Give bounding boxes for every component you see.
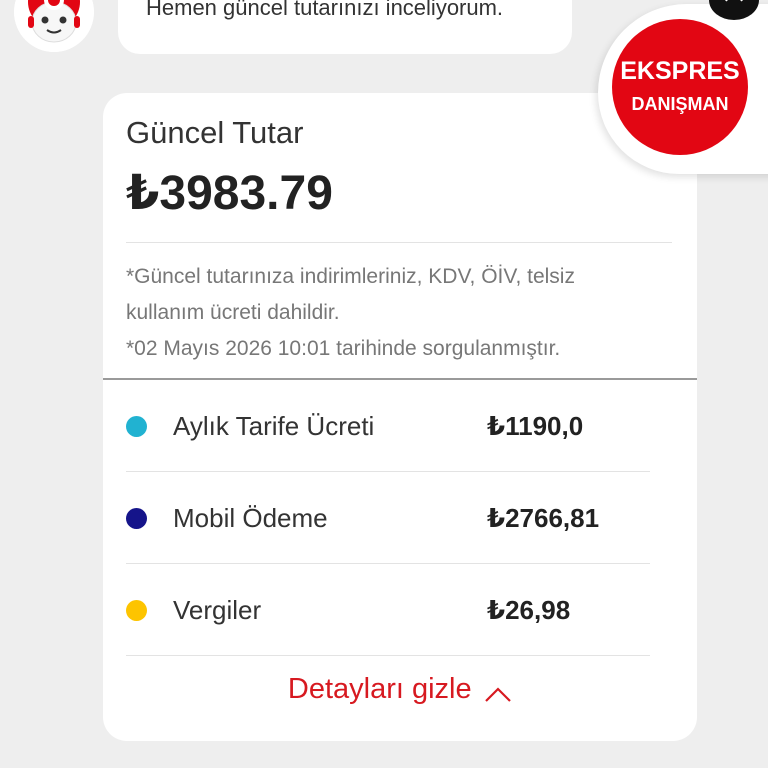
bill-item-row: Mobil Ödeme ₺2766,81 bbox=[103, 472, 697, 564]
legend-dot bbox=[126, 600, 147, 621]
divider bbox=[126, 242, 672, 243]
express-advisor-line2: DANIŞMAN bbox=[631, 94, 729, 114]
bill-item-label: Aylık Tarife Ücreti bbox=[173, 411, 375, 441]
close-button[interactable] bbox=[709, 0, 759, 20]
bill-item-row: Vergiler ₺26,98 bbox=[103, 564, 697, 656]
close-icon bbox=[725, 0, 743, 2]
divider bbox=[126, 655, 650, 656]
bill-query-date: *02 Mayıs 2026 10:01 tarihinde sorgulanm… bbox=[126, 337, 561, 360]
bill-item-label: Mobil Ödeme bbox=[173, 503, 328, 533]
robot-mascot-icon bbox=[14, 0, 94, 52]
bill-item-value: ₺2766,81 bbox=[487, 503, 600, 533]
avatar bbox=[14, 0, 94, 52]
bill-item-value: ₺1190,0 bbox=[487, 411, 584, 441]
bill-item-label: Vergiler bbox=[173, 595, 262, 625]
hide-details-label: Detayları gizle bbox=[287, 673, 472, 705]
bill-title: Güncel Tutar bbox=[126, 115, 304, 150]
chevron-up-icon bbox=[485, 687, 511, 702]
bill-item-value: ₺26,98 bbox=[487, 595, 571, 625]
chat-message-bubble: Hemen güncel tutarınızı inceliyorum. bbox=[118, 0, 572, 54]
express-advisor-button[interactable]: EKSPRES DANIŞMAN bbox=[612, 19, 748, 155]
bill-note-line: kullanım ücreti dahildir. bbox=[126, 301, 340, 324]
bill-amount: ₺3983.79 bbox=[126, 167, 333, 220]
bill-card: Güncel Tutar ₺3983.79 *Güncel tutarınıza… bbox=[103, 93, 697, 741]
legend-dot bbox=[126, 508, 147, 529]
bill-item-row: Aylık Tarife Ücreti ₺1190,0 bbox=[103, 380, 697, 472]
bill-note-line: *Güncel tutarınıza indirimleriniz, KDV, … bbox=[126, 265, 575, 288]
express-advisor-line1: EKSPRES bbox=[620, 57, 740, 85]
legend-dot bbox=[126, 416, 147, 437]
hide-details-button[interactable]: Detayları gizle bbox=[103, 673, 697, 723]
chat-message-text: Hemen güncel tutarınızı inceliyorum. bbox=[146, 0, 504, 20]
